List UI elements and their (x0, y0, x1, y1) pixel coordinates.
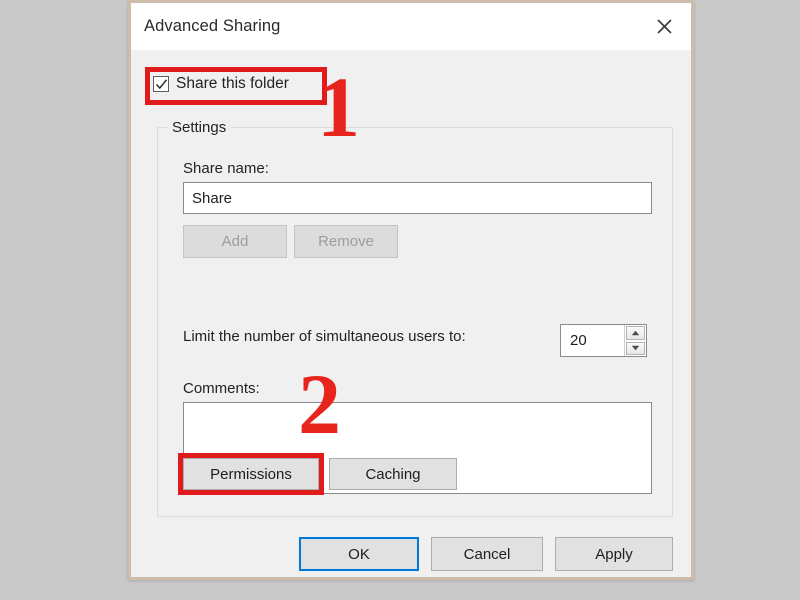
checkmark-icon (155, 79, 168, 90)
dialog-titlebar: Advanced Sharing (131, 0, 691, 50)
settings-groupbox-legend: Settings (167, 119, 232, 136)
checkbox-box[interactable] (153, 76, 169, 92)
share-name-input[interactable] (183, 182, 652, 214)
comments-label: Comments: (183, 380, 260, 397)
cancel-button[interactable]: Cancel (431, 537, 543, 571)
user-limit-label: Limit the number of simultaneous users t… (183, 328, 466, 345)
remove-button[interactable]: Remove (294, 225, 398, 258)
stepper-buttons (624, 325, 646, 356)
user-limit-value[interactable]: 20 (561, 325, 624, 356)
advanced-sharing-dialog: Advanced Sharing Share this folder Setti… (128, 0, 694, 580)
share-name-label: Share name: (183, 160, 269, 177)
apply-button[interactable]: Apply (555, 537, 673, 571)
user-limit-stepper[interactable]: 20 (560, 324, 647, 357)
caching-button[interactable]: Caching (329, 458, 457, 490)
triangle-up-icon[interactable] (626, 326, 645, 340)
close-icon[interactable] (649, 12, 679, 40)
share-this-folder-checkbox[interactable]: Share this folder (153, 75, 289, 93)
dialog-body: Share this folder Settings Share name: A… (131, 50, 691, 577)
ok-button[interactable]: OK (299, 537, 419, 571)
permissions-button[interactable]: Permissions (183, 458, 319, 490)
triangle-down-icon[interactable] (626, 341, 645, 355)
dialog-title: Advanced Sharing (144, 17, 281, 35)
share-this-folder-label: Share this folder (176, 75, 289, 92)
add-button[interactable]: Add (183, 225, 287, 258)
